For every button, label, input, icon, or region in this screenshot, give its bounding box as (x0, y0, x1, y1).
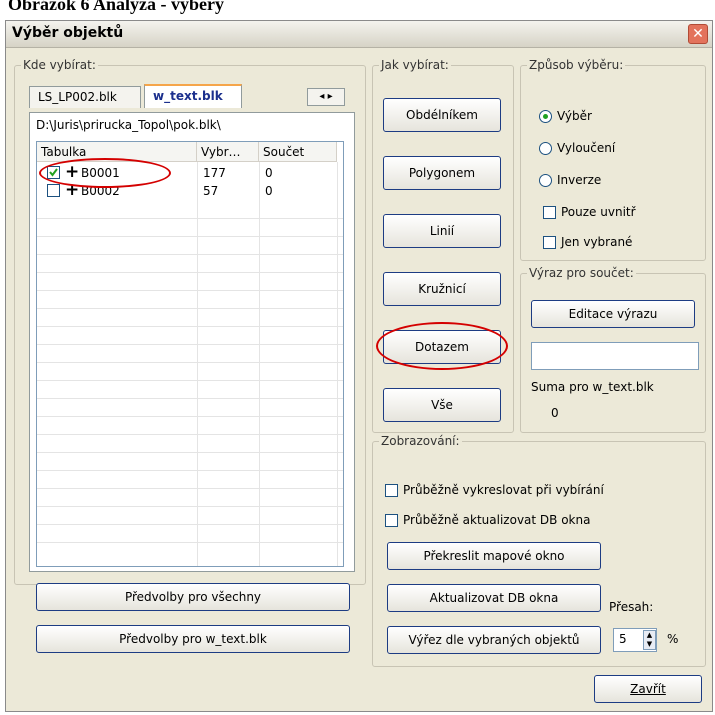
pouze-uvnitr-checkbox[interactable] (543, 206, 556, 219)
kruznici-button[interactable]: Kružnicí (383, 272, 501, 306)
title-bar: Výběr objektů ✕ (6, 21, 712, 48)
editace-vyrazu-button[interactable]: Editace výrazu (531, 300, 695, 328)
column-header-vybr[interactable]: Vybr… (197, 142, 259, 162)
prekreslit-button[interactable]: Překreslit mapové okno (387, 542, 601, 570)
tab-scroll-arrows[interactable]: ◂ ▸ (307, 88, 345, 106)
figure-caption: Obrázok 6 Analýza - výbery (8, 0, 224, 14)
red-highlight-circle (376, 322, 508, 370)
radio-vylouceni-label[interactable]: Vyloučení (557, 141, 615, 155)
predvolby-file-button[interactable]: Předvolby pro w_text.blk (36, 625, 350, 653)
aktualizovat-db-button[interactable]: Aktualizovat DB okna (387, 584, 601, 612)
zpusob-vyberu-legend: Způsob výběru: (527, 58, 626, 72)
row-vybr: 177 (203, 166, 226, 180)
prubezne-aktualizovat-checkbox[interactable] (385, 514, 398, 527)
radio-vyber-label[interactable]: Výběr (557, 109, 592, 123)
table-list[interactable]: Tabulka Vybr… Součet + B0001 177 0 + B00… (36, 141, 344, 567)
tab-strip: LS_LP002.blk w_text.blk ◂ ▸ (29, 84, 359, 112)
polygonem-button[interactable]: Polygonem (383, 156, 501, 190)
close-icon[interactable]: ✕ (688, 24, 708, 44)
window-title: Výběr objektů (12, 25, 124, 41)
prubezne-aktualizovat-label[interactable]: Průběžně aktualizovat DB okna (403, 513, 590, 527)
suma-label: Suma pro w_text.blk (531, 380, 654, 394)
jen-vybrane-checkbox[interactable] (543, 236, 556, 249)
row-soucet: 0 (265, 166, 273, 180)
radio-inverze[interactable] (539, 174, 552, 187)
tab-ls-lp002[interactable]: LS_LP002.blk (29, 86, 141, 108)
spinner-arrows-icon[interactable]: ▲ ▼ (643, 630, 656, 650)
obdelnikem-button[interactable]: Obdélníkem (383, 98, 501, 132)
zpusob-vyberu-group: Způsob výběru: Výběr Vyloučení Inverze P… (520, 58, 706, 261)
jak-vybirat-group: Jak vybírat: Obdélníkem Polygonem Linií … (372, 58, 514, 433)
prubezne-vykreslovat-label[interactable]: Průběžně vykreslovat při vybírání (403, 483, 604, 497)
dialog-window: Výběr objektů ✕ Kde vybírat: LS_LP002.bl… (5, 20, 713, 712)
row-vybr: 57 (203, 184, 219, 198)
vyraz-group: Výraz pro součet: Editace výrazu Suma pr… (520, 266, 706, 433)
pouze-uvnitr-label[interactable]: Pouze uvnitř (561, 205, 636, 219)
column-header-soucet[interactable]: Součet (259, 142, 337, 162)
vyrez-button[interactable]: Výřez dle vybraných objektů (387, 626, 601, 654)
red-highlight-circle (39, 158, 171, 188)
zavrit-button[interactable]: Zavřít (594, 675, 702, 703)
percent-label: % (667, 632, 679, 646)
radio-vylouceni[interactable] (539, 142, 552, 155)
zobrazovani-legend: Zobrazování: (379, 434, 462, 448)
presah-label: Přesah: (609, 600, 654, 614)
vse-button[interactable]: Vše (383, 388, 501, 422)
zobrazovani-group: Zobrazování: Průběžně vykreslovat při vy… (372, 434, 706, 667)
tab-panel: D:\Juris\prirucka_Topol\pok.blk\ Tabulka… (29, 112, 355, 572)
row-checkbox[interactable] (47, 184, 60, 197)
kde-vybirat-group: Kde vybírat: LS_LP002.blk w_text.blk ◂ ▸… (14, 58, 366, 585)
row-soucet: 0 (265, 184, 273, 198)
prubezne-vykreslovat-checkbox[interactable] (385, 484, 398, 497)
jen-vybrane-label[interactable]: Jen vybrané (561, 235, 632, 249)
vyraz-input[interactable] (531, 342, 699, 370)
radio-vyber[interactable] (539, 110, 552, 123)
kde-vybirat-legend: Kde vybírat: (21, 58, 98, 72)
predvolby-vsechny-button[interactable]: Předvolby pro všechny (36, 583, 350, 611)
path-label: D:\Juris\prirucka_Topol\pok.blk\ (36, 118, 221, 132)
tab-w-text[interactable]: w_text.blk (144, 84, 242, 108)
vyraz-legend: Výraz pro součet: (527, 266, 636, 280)
suma-value: 0 (551, 406, 559, 420)
radio-inverze-label[interactable]: Inverze (557, 173, 601, 187)
jak-vybirat-legend: Jak vybírat: (379, 58, 451, 72)
linii-button[interactable]: Linií (383, 214, 501, 248)
